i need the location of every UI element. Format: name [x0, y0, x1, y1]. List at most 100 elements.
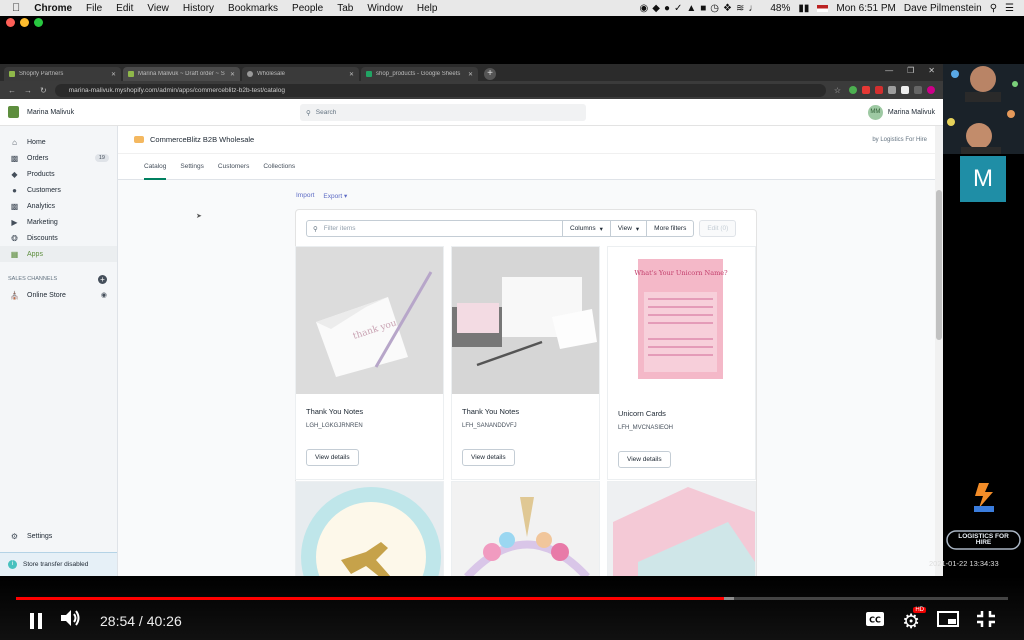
product-card[interactable] [452, 482, 599, 576]
product-title: Thank You Notes [462, 407, 520, 416]
menu-people[interactable]: People [292, 3, 323, 14]
sidebar-item-customers[interactable]: ● Customers [0, 182, 117, 198]
scrollbar-thumb[interactable] [936, 190, 942, 340]
product-card[interactable] [608, 482, 755, 576]
product-image [608, 482, 755, 576]
exit-fullscreen-button[interactable] [976, 610, 996, 633]
browser-tab-shopify-partners[interactable]: Shopify Partners ✕ [4, 67, 121, 81]
user-name-menubar[interactable]: Dave Pilmenstein [904, 3, 982, 14]
edit-button[interactable]: Edit (0) [699, 220, 737, 237]
tab-close-icon[interactable]: ✕ [111, 71, 116, 78]
clock[interactable]: Mon 6:51 PM [836, 3, 895, 14]
extension-icon[interactable] [888, 86, 896, 94]
extension-icon[interactable] [914, 86, 922, 94]
menu-window[interactable]: Window [367, 3, 403, 14]
tab-close-icon[interactable]: ✕ [349, 71, 354, 78]
menu-app-name[interactable]: Chrome [34, 3, 72, 14]
settings-button[interactable]: ⚙ HD [902, 607, 926, 634]
tab-customers[interactable]: Customers [218, 154, 249, 180]
add-sales-channel-icon[interactable]: + [98, 274, 107, 284]
view-button[interactable]: View ▾ [610, 220, 648, 237]
content-scrollbar[interactable] [935, 126, 943, 576]
spotlight-icon[interactable]: ⚲ [990, 3, 997, 14]
apple-icon[interactable]:  [12, 2, 20, 14]
product-card[interactable] [296, 482, 443, 576]
tab-close-icon[interactable]: ✕ [230, 71, 235, 78]
store-name[interactable]: Marina Malivuk [27, 109, 74, 116]
notification-center-icon[interactable]: ☰ [1005, 3, 1014, 14]
profile-icon[interactable] [927, 86, 935, 94]
tab-catalog[interactable]: Catalog [144, 154, 167, 180]
catalog-toolbar: ⚲ Filter items Columns ▾ View ▾ More fil… [306, 220, 746, 237]
sidebar-item-settings[interactable]: ⚙ Settings [0, 528, 117, 544]
product-image [452, 247, 599, 394]
import-link[interactable]: Import [296, 192, 314, 200]
sidebar-item-online-store[interactable]: ⛪ Online Store ◉ [0, 287, 117, 303]
menu-view[interactable]: View [147, 3, 169, 14]
battery-percent[interactable]: 48% [770, 3, 790, 14]
export-dropdown[interactable]: Export ▾ [323, 192, 347, 200]
product-card[interactable]: What's Your Unicorn Name? Unicorn Cards … [608, 247, 755, 479]
tab-close-icon[interactable]: ✕ [468, 71, 473, 78]
tab-settings[interactable]: Settings [180, 154, 204, 180]
product-card[interactable]: thank you Thank You Notes LGH_LGKGJRNREN… [296, 247, 443, 479]
status-icons[interactable]: ◉◆●✓▲■◷❖≋♩ [640, 3, 763, 14]
menu-history[interactable]: History [183, 3, 214, 14]
sidebar-item-products[interactable]: ◆ Products [0, 166, 117, 182]
menu-edit[interactable]: Edit [116, 3, 133, 14]
filter-items-input[interactable]: ⚲ Filter items [306, 220, 563, 237]
extension-icon[interactable] [862, 86, 870, 94]
close-icon[interactable]: ✕ [928, 66, 935, 75]
minimize-window-button[interactable] [20, 18, 29, 27]
view-details-button[interactable]: View details [306, 449, 359, 466]
close-window-button[interactable] [6, 18, 15, 27]
progress-bar[interactable] [16, 597, 1008, 600]
view-details-button[interactable]: View details [462, 449, 515, 466]
forward-icon[interactable]: → [24, 86, 32, 95]
admin-search-input[interactable]: ⚲ Search [300, 104, 586, 121]
extension-icon[interactable] [849, 86, 857, 94]
sidebar-item-orders[interactable]: ▩ Orders 19 [0, 150, 117, 166]
back-icon[interactable]: ← [8, 86, 16, 95]
browser-tab-wholesale[interactable]: Wholesale ✕ [242, 67, 359, 81]
restore-icon[interactable]: ❐ [907, 66, 914, 75]
sidebar-item-label: Customers [27, 186, 61, 194]
extension-icon[interactable] [901, 86, 909, 94]
sidebar-item-home[interactable]: ⌂ Home [0, 134, 117, 150]
bookmark-star-icon[interactable]: ☆ [834, 86, 841, 95]
product-card[interactable]: Thank You Notes LFH_SANANDDVFJ View deta… [452, 247, 599, 479]
extension-icon[interactable] [875, 86, 883, 94]
browser-tab-draft-order[interactable]: Marina Malivuk ~ Draft order ~ S ✕ [123, 67, 240, 81]
view-details-button[interactable]: View details [618, 451, 671, 468]
miniplayer-button[interactable] [937, 611, 959, 632]
eye-icon[interactable]: ◉ [101, 291, 107, 299]
tab-strip: Shopify Partners ✕ Marina Malivuk ~ Draf… [0, 64, 943, 81]
zoom-window-button[interactable] [34, 18, 43, 27]
sidebar-item-apps[interactable]: ▦ Apps [0, 246, 117, 262]
view-label: View [617, 225, 632, 232]
sidebar-item-marketing[interactable]: ▶ Marketing [0, 214, 117, 230]
captions-button[interactable]: CC [865, 611, 885, 632]
more-filters-button[interactable]: More filters [647, 220, 695, 237]
flag-icon[interactable] [817, 4, 829, 12]
menu-bookmarks[interactable]: Bookmarks [228, 3, 278, 14]
battery-icon[interactable]: ▮▮ [798, 3, 809, 14]
tab-collections[interactable]: Collections [263, 154, 295, 180]
sidebar-item-discounts[interactable]: ❂ Discounts [0, 230, 117, 246]
minimize-icon[interactable]: — [885, 66, 893, 75]
menu-help[interactable]: Help [417, 3, 438, 14]
new-tab-button[interactable]: + [484, 68, 496, 80]
browser-tab-google-sheets[interactable]: shop_products - Google Sheets ✕ [361, 67, 478, 81]
sidebar-item-analytics[interactable]: ▩ Analytics [0, 198, 117, 214]
store-transfer-banner[interactable]: i Store transfer disabled [0, 552, 117, 576]
columns-button[interactable]: Columns ▾ [563, 220, 611, 237]
reload-icon[interactable]: ↻ [40, 86, 47, 95]
account-menu[interactable]: MM Marina Malivuk [867, 104, 935, 120]
shopify-logo-icon[interactable] [8, 106, 19, 118]
menu-tab[interactable]: Tab [337, 3, 353, 14]
address-bar[interactable]: marina-malivuk.myshopify.com/admin/apps/… [54, 83, 826, 97]
pause-button[interactable] [30, 612, 42, 629]
columns-label: Columns [570, 225, 596, 232]
menu-file[interactable]: File [86, 3, 102, 14]
volume-button[interactable] [60, 609, 82, 632]
